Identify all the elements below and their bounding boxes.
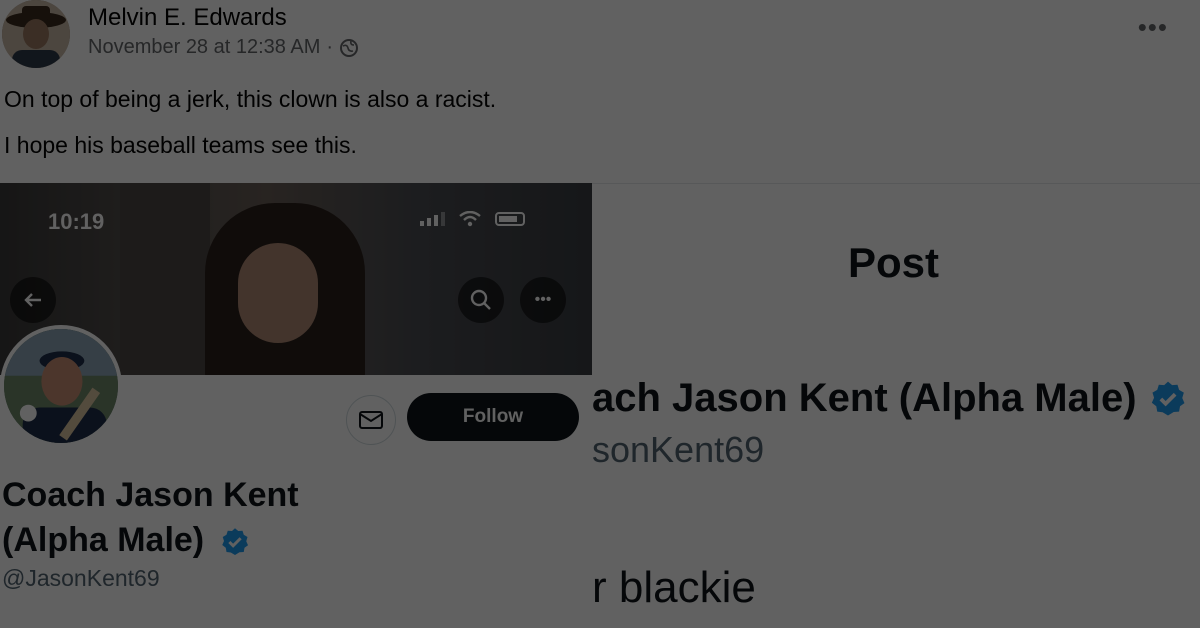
post-screenshot: Post ach Jason Kent (Alpha Male) sonKent…: [592, 183, 1200, 628]
follow-button[interactable]: Follow: [407, 393, 579, 441]
post-options-button[interactable]: •••: [1138, 12, 1168, 43]
author-avatar[interactable]: [2, 0, 70, 68]
signal-icon: [420, 212, 445, 226]
mail-icon: [359, 411, 383, 429]
profile-bio-cropped: [2, 615, 422, 628]
profile-handle: @JasonKent69: [2, 565, 160, 591]
wifi-icon: [459, 211, 481, 227]
post-body-text: r blackie: [592, 563, 756, 612]
search-icon[interactable]: [458, 277, 504, 323]
profile-screenshot: 10:19 ••• Follow Coach Jason Kent (Alpha…: [0, 183, 592, 628]
profile-display-name: Coach Jason Kent (Alpha Male): [2, 476, 299, 559]
post-page-title: Post: [848, 239, 940, 286]
status-time: 10:19: [48, 209, 105, 234]
image-canvas: Melvin E. Edwards November 28 at 12:38 A…: [0, 0, 1200, 628]
post-text-line-1: On top of being a jerk, this clown is al…: [4, 86, 497, 112]
post-author-name: ach Jason Kent (Alpha Male): [592, 376, 1187, 421]
post-timestamp[interactable]: November 28 at 12:38 AM: [88, 36, 320, 59]
author-name[interactable]: Melvin E. Edwards: [88, 4, 287, 32]
status-icons: [420, 211, 525, 227]
back-arrow-icon[interactable]: [10, 277, 56, 323]
post-text-line-2: I hope his baseball teams see this.: [4, 132, 357, 158]
verified-badge-icon: [1151, 381, 1185, 415]
profile-avatar[interactable]: [0, 325, 122, 447]
post-meta: November 28 at 12:38 AM ·: [88, 36, 359, 59]
post-author-handle: sonKent69: [592, 429, 765, 470]
verified-badge-icon: [221, 528, 248, 556]
message-button[interactable]: [346, 395, 396, 445]
globe-icon: [340, 38, 359, 57]
more-icon[interactable]: •••: [520, 277, 566, 323]
battery-icon: [495, 212, 525, 226]
